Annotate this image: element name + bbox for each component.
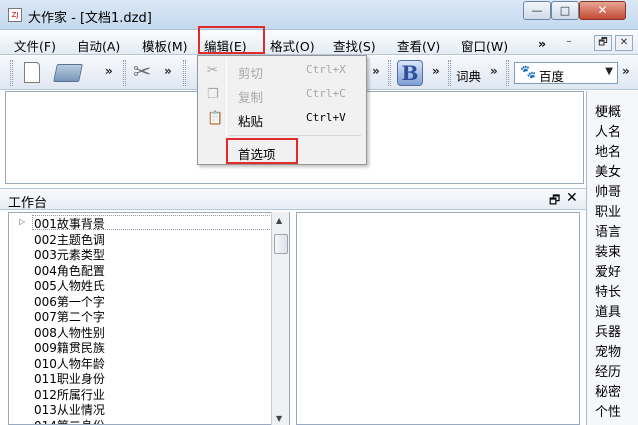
open-folder-icon[interactable] (53, 64, 83, 82)
menu-item-copy[interactable]: ❐ 复制 Ctrl+C (201, 83, 363, 105)
keyword-item[interactable]: 装束 (595, 243, 635, 262)
keyword-item[interactable]: 语言 (595, 223, 635, 242)
mdi-close-button[interactable]: ✕ (615, 35, 633, 51)
close-panel-icon[interactable]: ✕ (566, 190, 578, 206)
toolbar-chevron-icon[interactable]: » (432, 64, 440, 78)
keyword-item[interactable]: 地名 (595, 143, 635, 162)
menu-item-shortcut: Ctrl+V (306, 111, 346, 124)
tree-item[interactable]: 011职业身份 (34, 370, 105, 387)
tree-item[interactable]: 014第二身份 (34, 417, 105, 424)
minimize-button[interactable]: — (523, 1, 551, 20)
toolbar-chevron-icon[interactable]: » (622, 64, 630, 78)
copy-icon: ❐ (207, 87, 219, 102)
chevron-down-icon: ▼ (605, 66, 613, 77)
keyword-item[interactable]: 特长 (595, 283, 635, 302)
menu-file[interactable]: 文件(F) (14, 36, 56, 55)
menu-edit-highlight (198, 26, 265, 54)
menu-find[interactable]: 查找(S) (333, 36, 376, 55)
keyword-item[interactable]: 宠物 (595, 343, 635, 362)
scroll-thumb[interactable] (274, 234, 288, 254)
toolbar-grip[interactable] (10, 60, 13, 86)
keyword-item[interactable]: 个性 (595, 403, 635, 422)
menu-template[interactable]: 模板(M) (142, 36, 188, 55)
tree-item[interactable]: 001故事背景 (34, 215, 105, 232)
menu-separator (229, 135, 361, 136)
close-button[interactable]: ✕ (579, 1, 626, 20)
keyword-item[interactable]: 职业 (595, 203, 635, 222)
menu-window[interactable]: 窗口(W) (461, 36, 508, 55)
scissors-icon: ✂ (207, 63, 218, 78)
tree-item[interactable]: 013从业情况 (34, 401, 105, 418)
keyword-item[interactable]: 经历 (595, 363, 635, 382)
toolbar-chevron-icon[interactable]: » (105, 64, 113, 78)
keyword-item[interactable]: 人名 (595, 123, 635, 142)
menubar-chevron-icon[interactable]: » (538, 36, 546, 51)
bold-icon[interactable]: B (397, 60, 423, 86)
menu-item-paste[interactable]: 📋 粘贴 Ctrl+V (201, 107, 363, 129)
toolbar-grip[interactable] (123, 60, 126, 86)
workbench-header: 工作台 🗗 ✕ (0, 188, 586, 212)
preferences-highlight (226, 138, 298, 164)
window-title: 大作家 - [文档1.dzd] (28, 11, 152, 26)
tree-item[interactable]: 005人物姓氏 (34, 277, 105, 294)
search-engine-value: 百度 (539, 69, 565, 84)
dictionary-button[interactable]: 词典 (456, 66, 481, 85)
mdi-minimize-button[interactable]: – (560, 35, 578, 51)
baidu-paw-icon: 🐾 (520, 65, 537, 80)
toolbar-chevron-icon[interactable]: » (372, 64, 380, 78)
menu-format[interactable]: 格式(O) (270, 36, 315, 55)
menu-item-label: 剪切 (238, 66, 264, 81)
toolbar-grip[interactable] (506, 60, 509, 86)
workbench-title: 工作台 (8, 196, 48, 211)
search-engine-select[interactable]: 🐾 百度 ▼ (514, 62, 618, 84)
toolbar-grip[interactable] (388, 60, 391, 86)
maximize-button[interactable]: □ (551, 1, 579, 20)
scroll-up-icon[interactable]: ▲ (276, 216, 282, 225)
toolbar-grip[interactable] (183, 60, 186, 86)
toolbar-chevron-icon[interactable]: » (164, 64, 172, 78)
keyword-item[interactable]: 兵器 (595, 323, 635, 342)
outline-tree: ▷ 001故事背景 002主题色调 003元素类型 004角色配置 005人物姓… (8, 212, 290, 425)
menu-item-shortcut: Ctrl+C (306, 87, 346, 100)
tree-item[interactable]: 009籍贯民族 (34, 339, 105, 356)
menu-item-label: 复制 (238, 90, 264, 105)
paste-icon: 📋 (207, 111, 224, 126)
keyword-item[interactable]: 秘密 (595, 383, 635, 402)
detail-pane[interactable] (296, 212, 580, 425)
keyword-item[interactable]: 美女 (595, 163, 635, 182)
new-document-icon[interactable] (24, 62, 40, 83)
app-icon: ZJ (8, 8, 22, 22)
keyword-panel: 梗概 人名 地名 美女 帅哥 职业 语言 装束 爱好 特长 道具 兵器 宠物 经… (586, 91, 638, 425)
toolbar-grip[interactable] (448, 60, 451, 86)
toolbar-chevron-icon[interactable]: » (490, 64, 498, 78)
cut-icon[interactable]: ✂ (133, 60, 151, 85)
menu-auto[interactable]: 自动(A) (77, 36, 120, 55)
menu-view[interactable]: 查看(V) (397, 36, 440, 55)
tree-item[interactable]: 007第二个字 (34, 308, 105, 325)
keyword-item[interactable]: 帅哥 (595, 183, 635, 202)
scroll-down-icon[interactable]: ▼ (276, 414, 282, 423)
float-panel-icon[interactable]: 🗗 (549, 191, 560, 212)
tree-item[interactable]: 003元素类型 (34, 246, 105, 263)
mdi-restore-button[interactable]: 🗗 (594, 35, 612, 51)
tree-scrollbar[interactable]: ▲ ▼ (271, 212, 289, 425)
keyword-item[interactable]: 爱好 (595, 263, 635, 282)
menu-item-label: 粘贴 (238, 114, 264, 129)
expand-arrow-icon[interactable]: ▷ (19, 217, 25, 226)
keyword-item[interactable]: 道具 (595, 303, 635, 322)
keyword-item[interactable]: 梗概 (595, 103, 635, 122)
menu-item-cut[interactable]: ✂ 剪切 Ctrl+X (201, 59, 363, 81)
menu-item-shortcut: Ctrl+X (306, 63, 346, 76)
